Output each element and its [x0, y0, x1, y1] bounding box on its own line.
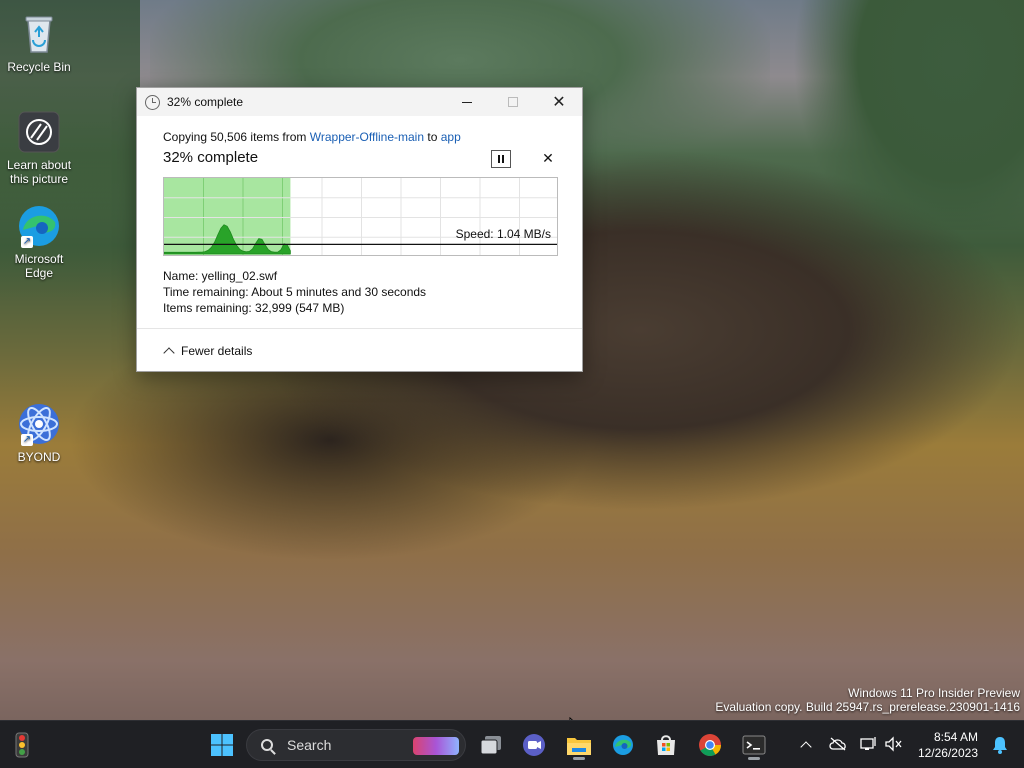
desktop-icon-label: Microsoft Edge [14, 252, 64, 280]
dialog-titlebar[interactable]: 32% complete ✕ [137, 88, 582, 116]
copy-summary: Copying 50,506 items from Wrapper-Offlin… [163, 130, 582, 144]
recycle-bin-icon [15, 10, 63, 58]
maximize-icon [508, 97, 518, 107]
desktop-icon-label: Learn about this picture [6, 158, 72, 186]
transfer-speed-graph: Speed: 1.04 MB/s [163, 177, 558, 256]
close-icon: ✕ [542, 150, 554, 166]
chrome-icon [699, 734, 721, 756]
source-folder-link[interactable]: Wrapper-Offline-main [310, 130, 424, 144]
speed-graph-canvas [164, 178, 557, 255]
taskbar: Search 8:54 AM 12/26/2023 [0, 720, 1024, 768]
search-label: Search [287, 737, 332, 753]
evaluation-watermark: Windows 11 Pro Insider Preview Evaluatio… [715, 686, 1020, 714]
pause-icon-bar [498, 155, 500, 163]
edge-icon: ↗ [15, 202, 63, 250]
byond-icon: ↗ [15, 400, 63, 448]
desktop-icon-microsoft-edge[interactable]: ↗ Microsoft Edge [4, 202, 74, 280]
store-icon [657, 735, 675, 755]
notification-bell-icon[interactable] [992, 736, 1008, 754]
desktop-icon-byond[interactable]: ↗ BYOND [4, 400, 74, 464]
terminal-button[interactable] [738, 729, 770, 761]
desktop-icon-label: BYOND [17, 450, 61, 464]
chevron-up-icon [163, 347, 175, 359]
fewer-details-button[interactable]: Fewer details [163, 344, 253, 359]
onedrive-button[interactable] [828, 737, 848, 754]
close-button[interactable]: ✕ [536, 88, 582, 116]
details-divider [137, 328, 582, 329]
minimize-button[interactable] [444, 88, 490, 116]
desktop-icon-learn-about-picture[interactable]: Learn about this picture [4, 108, 74, 186]
minimize-icon [462, 101, 472, 103]
chrome-button[interactable] [694, 729, 726, 761]
maximize-button[interactable] [490, 88, 536, 116]
active-indicator [573, 757, 585, 760]
clock-date: 12/26/2023 [917, 746, 978, 760]
file-explorer-icon [567, 738, 591, 755]
fewer-details-label: Fewer details [181, 344, 253, 358]
camera-icon [15, 108, 63, 156]
search-highlight-icon [413, 737, 459, 755]
active-indicator [748, 757, 760, 760]
wallpaper-trees-right [774, 0, 1024, 230]
volume-button[interactable] [884, 735, 902, 755]
file-explorer-button[interactable] [563, 729, 595, 761]
items-remaining-row: Items remaining: 32,999 (547 MB) [163, 301, 345, 315]
close-icon: ✕ [552, 94, 566, 111]
shortcut-arrow-icon: ↗ [21, 434, 33, 446]
start-button[interactable] [206, 729, 238, 761]
watermark-line-2: Evaluation copy. Build 25947.rs_prerelea… [715, 700, 1020, 714]
widgets-button[interactable] [6, 729, 38, 761]
clock-icon [145, 94, 160, 110]
destination-folder-link[interactable]: app [441, 130, 461, 144]
cloud-offline-icon [829, 737, 846, 750]
progress-headline: 32% complete [163, 149, 259, 166]
network-button[interactable] [860, 736, 878, 755]
teams-icon [523, 734, 545, 756]
copy-summary-prefix: Copying 50,506 items from [163, 130, 307, 144]
copy-summary-to: to [427, 130, 438, 144]
terminal-icon [742, 735, 766, 755]
taskbar-clock[interactable]: 8:54 AM 12/26/2023 [918, 729, 978, 761]
copy-progress-dialog: 32% complete ✕ Copying 50,506 items from… [136, 87, 583, 372]
taskbar-search-box[interactable]: Search [246, 729, 466, 761]
task-view-button[interactable] [475, 729, 507, 761]
shortcut-arrow-icon: ↗ [21, 236, 33, 248]
time-remaining-row: Time remaining: About 5 minutes and 30 s… [163, 285, 427, 299]
store-button[interactable] [650, 729, 682, 761]
widgets-icon [15, 732, 29, 758]
watermark-line-1: Windows 11 Pro Insider Preview [848, 686, 1020, 700]
start-icon [211, 734, 233, 756]
clock-time: 8:54 AM [933, 730, 978, 744]
volume-muted-icon [885, 735, 902, 752]
cancel-copy-button[interactable]: ✕ [541, 151, 555, 165]
copy-details: Name: yelling_02.swf Time remaining: Abo… [163, 268, 426, 316]
desktop-icon-recycle-bin[interactable]: Recycle Bin [4, 10, 74, 74]
system-tray [796, 721, 902, 768]
network-icon [860, 736, 876, 750]
edge-icon [613, 735, 633, 755]
dialog-title: 32% complete [167, 95, 244, 109]
pause-button[interactable] [491, 150, 511, 168]
speed-label: Speed: 1.04 MB/s [455, 227, 551, 241]
teams-chat-button[interactable] [518, 729, 550, 761]
chevron-up-icon [800, 741, 812, 753]
show-hidden-icons-button[interactable] [796, 739, 816, 753]
task-view-icon [480, 736, 501, 755]
desktop-icon-label: Recycle Bin [7, 60, 71, 74]
pause-icon-bar [502, 155, 504, 163]
search-icon [261, 739, 273, 751]
file-name-row: Name: yelling_02.swf [163, 269, 278, 283]
edge-taskbar-button[interactable] [607, 729, 639, 761]
